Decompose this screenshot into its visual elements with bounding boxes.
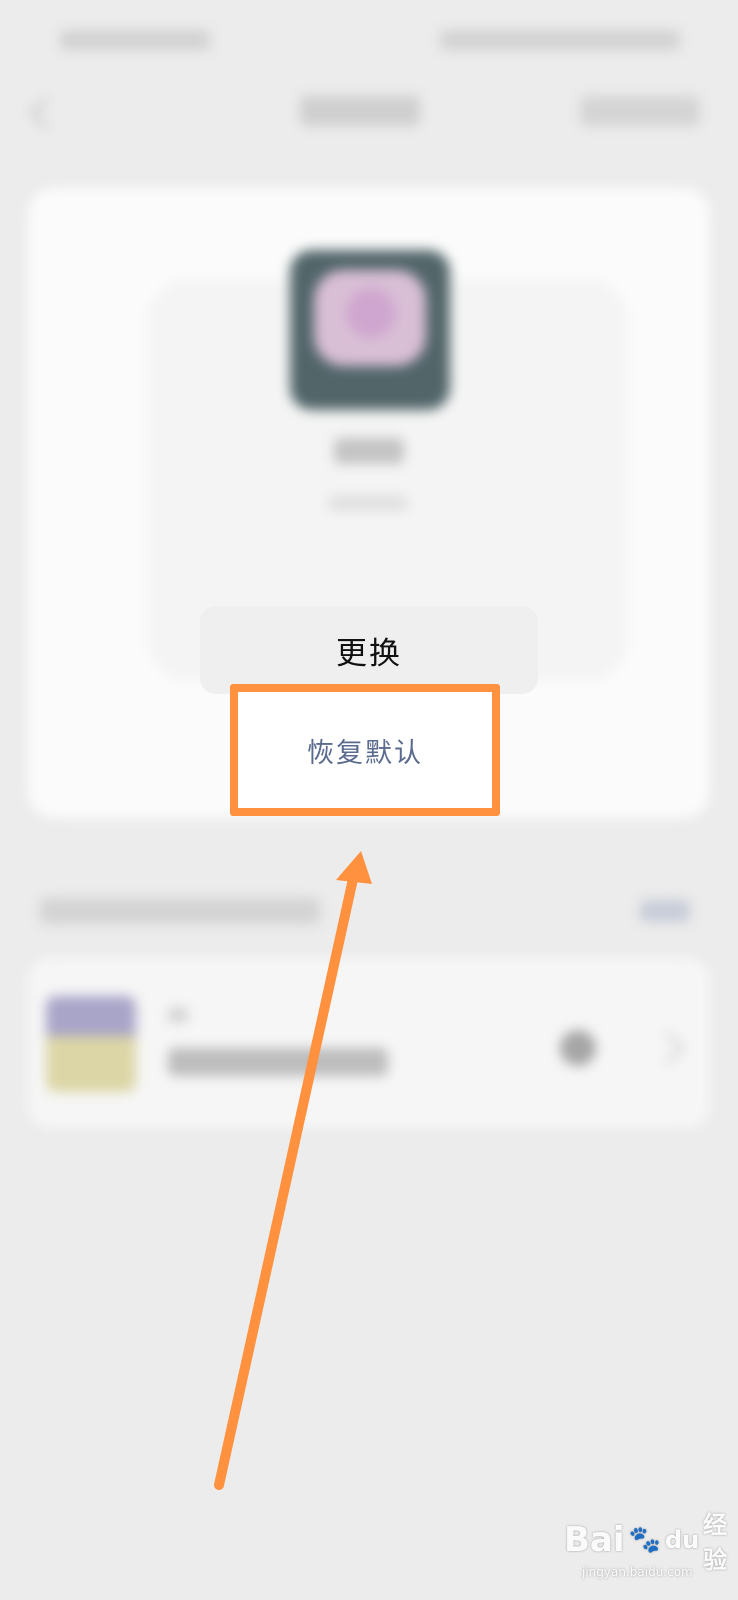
- status-bar-icons: [440, 30, 680, 50]
- change-button[interactable]: 更换: [200, 606, 538, 694]
- profile-subtitle: [328, 496, 408, 510]
- back-icon[interactable]: [29, 97, 61, 129]
- nav-title: [300, 96, 420, 126]
- section-link[interactable]: [640, 900, 690, 922]
- restore-default-button[interactable]: 恢复默认: [230, 684, 500, 816]
- paw-icon: 🐾: [628, 1525, 661, 1555]
- list-item[interactable]: [28, 958, 710, 1128]
- watermark-brand: Bai: [564, 1520, 625, 1560]
- nav-action[interactable]: [580, 96, 700, 126]
- watermark-url: jingyan.baidu.com: [582, 1565, 693, 1579]
- section-heading: [40, 898, 320, 924]
- chevron-right-icon: [651, 1031, 685, 1065]
- watermark-brand-suffix: du: [664, 1526, 700, 1554]
- list-item-title: [168, 1048, 388, 1076]
- profile-name: [334, 438, 404, 464]
- baidu-watermark: Bai 🐾 du 经验: [564, 1510, 727, 1574]
- list-item-status-icon: [560, 1030, 596, 1066]
- list-item-caption: [168, 1008, 188, 1022]
- status-bar-time: [60, 30, 210, 50]
- list-thumbnail-top: [46, 996, 136, 1036]
- avatar-figure: [346, 288, 396, 338]
